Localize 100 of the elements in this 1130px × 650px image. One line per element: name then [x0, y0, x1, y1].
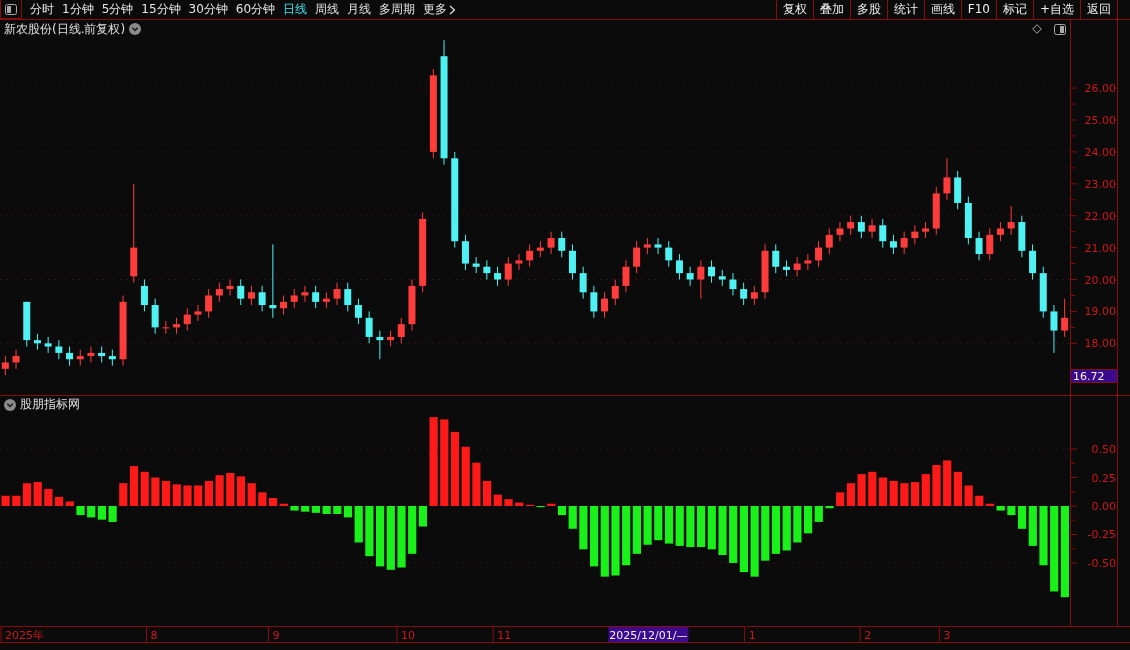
- candlestick: [515, 253, 523, 271]
- histogram-bar: [322, 506, 331, 514]
- period-tab[interactable]: 1分钟: [58, 0, 98, 19]
- candlestick: [729, 272, 737, 296]
- candlestick: [857, 215, 865, 239]
- histogram-bar: [729, 506, 738, 563]
- axis-label: 19.00: [1084, 305, 1116, 319]
- period-tab[interactable]: 日线: [279, 0, 312, 19]
- period-tab[interactable]: 30分钟: [184, 0, 232, 19]
- candlestick: [55, 339, 63, 360]
- axis-label: 11: [497, 628, 512, 642]
- histogram-bar: [739, 506, 748, 573]
- axis-label: 0.50: [1091, 443, 1116, 456]
- toolbar-button[interactable]: F10: [960, 0, 996, 19]
- histogram-bar: [921, 474, 930, 506]
- histogram-bar: [397, 506, 406, 568]
- period-tab[interactable]: 5分钟: [97, 0, 138, 19]
- diamond-icon[interactable]: [1032, 24, 1042, 34]
- histogram-bar: [236, 476, 246, 506]
- histogram-bar: [900, 483, 909, 506]
- candlestick: [1050, 304, 1058, 354]
- axis-label: 26.00: [1084, 82, 1116, 96]
- histogram-bar: [1, 495, 10, 506]
- histogram-bar: [162, 480, 171, 506]
- stock-title: 新农股份(日线.前复权): [4, 20, 126, 38]
- candlestick: [258, 285, 266, 312]
- histogram-bar: [675, 506, 684, 546]
- candlestick: [226, 279, 234, 296]
- period-tab[interactable]: 多周期: [375, 0, 420, 19]
- candlestick: [1061, 298, 1069, 338]
- histogram-bar: [686, 506, 695, 547]
- candlestick: [333, 282, 341, 306]
- toolbar-button[interactable]: 统计: [886, 0, 924, 19]
- candlestick: [504, 256, 512, 287]
- panel-toggle-icon[interactable]: [1054, 23, 1066, 35]
- candlestick: [547, 231, 555, 255]
- period-tab[interactable]: 周线: [311, 0, 344, 19]
- more-menu-button[interactable]: 更多: [419, 0, 461, 19]
- candlestick: [205, 288, 213, 319]
- period-tab[interactable]: 60分钟: [231, 0, 280, 19]
- candlestick: [344, 282, 352, 312]
- histogram-bar: [365, 506, 374, 557]
- candlestick: [1007, 205, 1015, 236]
- candlestick: [889, 234, 897, 255]
- histogram-bar: [183, 485, 192, 506]
- candlestick: [611, 279, 619, 306]
- axis-label: 3: [943, 628, 951, 642]
- candlestick: [879, 218, 887, 249]
- period-tab[interactable]: 分时: [26, 0, 58, 19]
- toolbar-button[interactable]: 多股: [849, 0, 887, 19]
- axis-label: -0.25: [1087, 528, 1116, 542]
- candlestick: [911, 224, 919, 245]
- toolbar-button[interactable]: 画线: [923, 0, 961, 19]
- histogram-bar: [579, 506, 588, 550]
- histogram-bar: [964, 485, 973, 506]
- toolbar-button[interactable]: +自选: [1032, 0, 1080, 19]
- current-price-label: 16.72: [1071, 369, 1117, 383]
- histogram-bar: [932, 464, 941, 506]
- axis-label: 2025年: [5, 628, 44, 642]
- period-tab[interactable]: 月线: [343, 0, 376, 19]
- toolbar-button[interactable]: 标记: [995, 0, 1033, 19]
- candlestick: [1029, 243, 1037, 281]
- chevron-right-icon: [449, 4, 457, 15]
- histogram-bar: [215, 475, 224, 506]
- candlestick: [740, 282, 748, 306]
- candlestick: [836, 221, 844, 242]
- candlestick: [280, 294, 288, 316]
- sidebar-toggle-button[interactable]: [0, 0, 22, 19]
- axis-label: 0.25: [1091, 471, 1116, 485]
- toolbar-button[interactable]: 返回: [1080, 0, 1117, 19]
- histogram-bar: [953, 471, 962, 506]
- candlestick: [986, 227, 994, 261]
- candlestick: [312, 285, 320, 309]
- period-tab[interactable]: 15分钟: [137, 0, 185, 19]
- toolbar-button[interactable]: 叠加: [812, 0, 850, 19]
- histogram-bar: [761, 506, 770, 561]
- candlestick: [215, 282, 223, 303]
- histogram-bar: [108, 506, 117, 522]
- candlestick: [87, 346, 95, 363]
- candlestick: [825, 227, 833, 255]
- dropdown-icon[interactable]: [129, 23, 142, 35]
- histogram-bar: [386, 506, 395, 570]
- axis-label: 2: [864, 628, 872, 642]
- axis-label: 1: [748, 628, 756, 642]
- toolbar-button[interactable]: 复权: [775, 0, 813, 19]
- histogram-bar: [943, 460, 952, 506]
- candlestick: [365, 310, 373, 344]
- histogram-bar: [707, 506, 716, 550]
- axis-label: 8: [150, 628, 158, 642]
- histogram-bar: [376, 506, 385, 567]
- histogram-bar: [600, 506, 609, 577]
- candlestick: [793, 256, 801, 277]
- dropdown-icon[interactable]: [4, 398, 16, 411]
- candlestick: [943, 157, 951, 201]
- candlestick: [162, 320, 170, 335]
- candlestick: [975, 231, 983, 261]
- candlestick: [526, 243, 534, 268]
- histogram-bar: [140, 471, 149, 506]
- candlestick: [750, 285, 758, 306]
- histogram-bar: [878, 477, 888, 506]
